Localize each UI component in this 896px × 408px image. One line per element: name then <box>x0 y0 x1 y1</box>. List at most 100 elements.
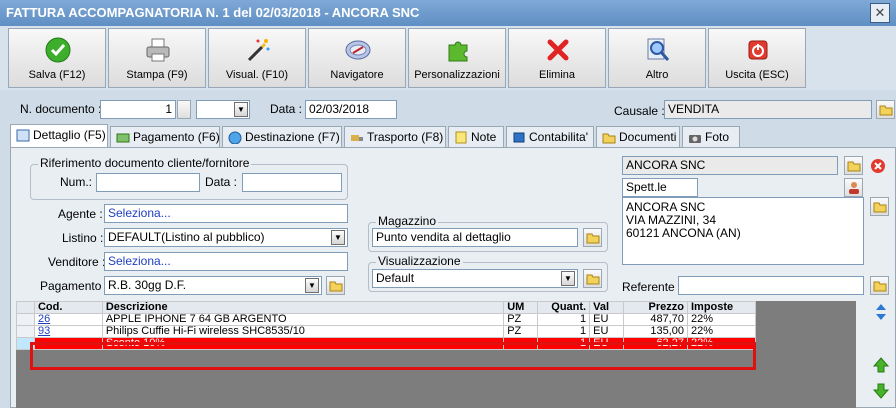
close-icon[interactable]: ✕ <box>870 3 890 23</box>
table-header-row: Cod. Descrizione UM Quant. Val Prezzo Im… <box>16 301 757 314</box>
print-button[interactable]: Stampa (F9) <box>108 28 206 88</box>
column-header[interactable]: Prezzo <box>623 301 688 314</box>
pagamento-folder-button[interactable] <box>326 276 345 295</box>
chevron-down-icon[interactable]: ▼ <box>561 271 575 286</box>
arrow-up-icon <box>872 357 890 373</box>
delete-button[interactable]: Elimina <box>508 28 606 88</box>
other-button[interactable]: Altro <box>608 28 706 88</box>
tab-note[interactable]: Note <box>448 126 504 148</box>
selection-highlight <box>30 342 756 370</box>
cliente-folder-button[interactable] <box>844 156 863 175</box>
chevron-down-icon[interactable]: ▼ <box>331 230 345 245</box>
folder-icon <box>586 274 600 285</box>
table-row[interactable]: 93 Philips Cuffie Hi-Fi wireless SHC8535… <box>16 325 757 338</box>
causale-input[interactable]: VENDITA <box>664 100 872 119</box>
power-icon <box>748 40 768 60</box>
column-header[interactable]: Imposte <box>686 301 757 314</box>
tab-pagamento[interactable]: Pagamento (F6) <box>110 126 220 148</box>
cliente-name-input[interactable]: ANCORA SNC <box>622 156 838 175</box>
navigator-button[interactable]: Navigatore <box>308 28 406 88</box>
title-bar: FATTURA ACCOMPAGNATORIA N. 1 del 02/03/2… <box>0 0 896 26</box>
tab-contabilita[interactable]: Contabilita' <box>506 126 594 148</box>
column-header[interactable]: UM <box>503 301 539 314</box>
column-header[interactable]: Descrizione <box>101 301 505 314</box>
save-button[interactable]: Salva (F12) <box>8 28 106 88</box>
visualizzazione-label: Visualizzazione <box>376 254 463 268</box>
delete-x-icon <box>547 39 569 61</box>
referente-input[interactable] <box>678 276 864 295</box>
rif-date-input[interactable] <box>242 173 342 192</box>
compass-icon <box>345 40 371 60</box>
item-val: EU <box>589 313 625 326</box>
cliente-clear-button[interactable] <box>868 156 887 175</box>
listino-select[interactable]: DEFAULT(Listino al pubblico) <box>104 228 348 247</box>
num-doc-label: N. documento : <box>20 102 102 116</box>
magazzino-input[interactable]: Punto vendita al dettaglio <box>372 228 578 247</box>
item-description: Philips Cuffie Hi-Fi wireless SHC8535/10 <box>101 325 505 338</box>
folder-icon <box>586 233 600 244</box>
tab-trasporto[interactable]: Trasporto (F8) <box>344 126 446 148</box>
tab-foto[interactable]: Foto <box>682 126 740 148</box>
agente-label: Agente : <box>58 207 103 221</box>
table-row[interactable]: 26 APPLE IPHONE 7 64 GB ARGENTO PZ 1 EU … <box>16 313 757 326</box>
rif-group-label: Riferimento documento cliente/fornitore <box>38 156 252 170</box>
folder-icon <box>847 161 861 172</box>
folder-icon <box>873 202 887 213</box>
agente-input[interactable]: Seleziona... <box>104 204 348 223</box>
tab-destinazione[interactable]: Destinazione (F7) <box>222 126 342 148</box>
venditore-label: Venditore : <box>48 255 106 269</box>
column-header[interactable]: Quant. <box>537 301 591 314</box>
user-icon <box>849 182 859 194</box>
item-description: APPLE IPHONE 7 64 GB ARGENTO <box>101 313 505 326</box>
scroll-updown-button[interactable] <box>872 303 890 321</box>
item-val: EU <box>589 325 625 338</box>
exit-button[interactable]: Uscita (ESC) <box>708 28 806 88</box>
tab-dettaglio[interactable]: Dettaglio (F5) <box>10 124 108 149</box>
note-icon <box>455 131 467 144</box>
num-doc-input[interactable]: 1 <box>100 100 176 119</box>
print-label: Stampa (F9) <box>126 69 188 81</box>
date-label: Data : <box>270 102 303 116</box>
column-header[interactable]: Cod. <box>33 301 103 314</box>
move-down-button[interactable] <box>872 382 890 400</box>
preview-button[interactable]: Visual. (F10) <box>208 28 306 88</box>
rif-num-label: Num.: <box>60 175 93 189</box>
address-textarea[interactable]: ANCORA SNC VIA MAZZINI, 34 60121 ANCONA … <box>622 197 864 265</box>
rif-num-input[interactable] <box>96 173 200 192</box>
item-um: PZ <box>503 313 539 326</box>
item-tax: 22% <box>686 313 757 326</box>
pagamento-select[interactable]: R.B. 30gg D.F. <box>104 276 322 295</box>
referente-label: Referente <box>622 280 675 294</box>
visualizzazione-select[interactable]: Default <box>372 269 578 288</box>
save-label: Salva (F12) <box>28 69 86 81</box>
magazzino-folder-button[interactable] <box>583 228 602 247</box>
arrow-updown-icon <box>876 304 886 320</box>
item-code-link[interactable]: 93 <box>33 325 103 338</box>
magic-wand-icon <box>247 39 270 62</box>
causale-folder-button[interactable] <box>876 100 895 119</box>
exit-label: Uscita (ESC) <box>725 69 789 81</box>
chevron-down-icon[interactable]: ▼ <box>234 102 248 117</box>
customizations-button[interactable]: Personalizzazioni <box>408 28 506 88</box>
folder-icon <box>329 281 343 292</box>
referente-folder-button[interactable] <box>870 276 889 295</box>
check-icon <box>45 37 71 63</box>
item-code-link[interactable]: 26 <box>33 313 103 326</box>
user-search-button[interactable] <box>844 178 863 197</box>
address-folder-button[interactable] <box>870 197 889 216</box>
item-qty: 1 <box>537 313 591 326</box>
venditore-input[interactable]: Seleziona... <box>104 252 348 271</box>
date-input[interactable]: 02/03/2018 <box>305 100 397 119</box>
move-up-button[interactable] <box>872 356 890 374</box>
spett-input[interactable]: Spett.le <box>622 178 698 197</box>
item-um: PZ <box>503 325 539 338</box>
chevron-down-icon[interactable]: ▼ <box>305 278 319 293</box>
customizations-label: Personalizzazioni <box>414 69 500 81</box>
arrow-down-icon <box>872 383 890 399</box>
column-header[interactable]: Val <box>589 301 625 314</box>
payment-icon <box>116 133 130 143</box>
num-doc-spin-button[interactable] <box>177 100 191 119</box>
visualizzazione-folder-button[interactable] <box>583 269 602 288</box>
tab-documenti[interactable]: Documenti <box>596 126 680 148</box>
item-price: 135,00 <box>623 325 688 338</box>
